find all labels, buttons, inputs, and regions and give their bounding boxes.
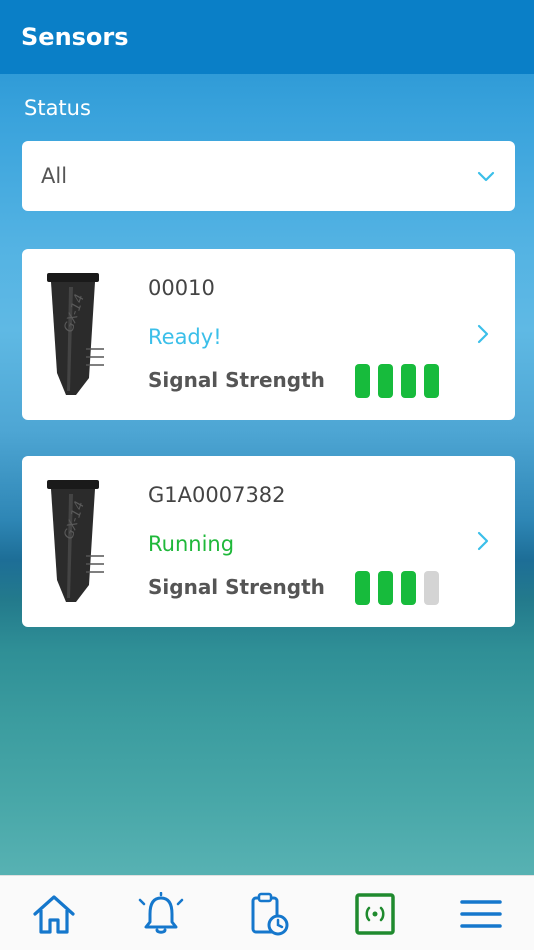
signal-strength-meter <box>355 364 439 398</box>
status-filter-select[interactable]: All <box>22 141 515 211</box>
signal-bar <box>355 571 370 605</box>
nav-home[interactable] <box>31 892 77 936</box>
signal-bar <box>424 571 439 605</box>
alarm-bell-icon <box>138 892 184 934</box>
signal-bar <box>401 364 416 398</box>
chevron-right-icon <box>477 531 489 551</box>
sensor-id: 00010 <box>148 276 215 300</box>
nav-schedule[interactable] <box>245 892 291 936</box>
status-filter-value: All <box>41 164 68 188</box>
top-bar: Sensors <box>0 0 534 74</box>
sensor-status: Running <box>148 532 235 556</box>
menu-icon <box>460 900 502 928</box>
sensor-device-image: GX-14 <box>47 480 104 602</box>
nav-sensors[interactable] <box>352 892 398 936</box>
sensor-status: Ready! <box>148 325 222 349</box>
signal-strength-meter <box>355 571 439 605</box>
signal-bar <box>378 571 393 605</box>
sensor-id: G1A0007382 <box>148 483 286 507</box>
status-filter-label: Status <box>24 96 91 120</box>
clipboard-clock-icon <box>251 892 289 936</box>
sensor-card[interactable]: GX-14 G1A0007382 Running Signal Strength <box>22 456 515 627</box>
signal-bar <box>355 364 370 398</box>
sensor-signal-icon <box>355 893 395 935</box>
sensor-card[interactable]: GX-14 00010 Ready! Signal Strength <box>22 249 515 420</box>
signal-bar <box>424 364 439 398</box>
nav-alarms[interactable] <box>138 892 184 936</box>
signal-bar <box>378 364 393 398</box>
signal-strength-label: Signal Strength <box>148 368 325 392</box>
chevron-right-icon <box>477 324 489 344</box>
signal-strength-label: Signal Strength <box>148 575 325 599</box>
sensor-device-image: GX-14 <box>47 273 104 395</box>
chevron-down-icon <box>477 171 495 182</box>
home-icon <box>33 895 75 934</box>
bottom-navigation <box>0 875 534 950</box>
signal-bar <box>401 571 416 605</box>
page-title: Sensors <box>21 23 129 51</box>
nav-menu[interactable] <box>458 892 504 936</box>
